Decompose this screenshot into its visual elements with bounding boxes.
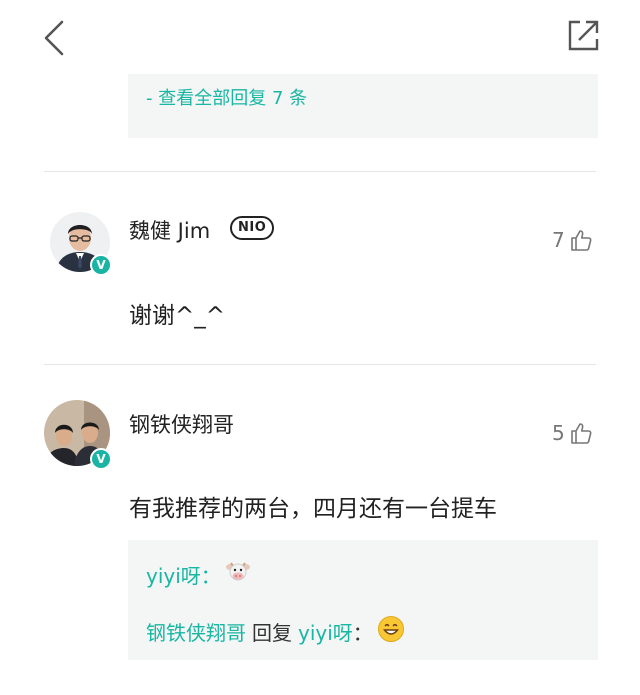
nio-badge: NIO — [230, 216, 275, 240]
sub-reply-author[interactable]: 钢铁侠翔哥 — [146, 617, 246, 646]
reply-action: 回复 — [252, 621, 292, 645]
top-bar — [0, 0, 640, 72]
verified-badge-icon: V — [90, 254, 112, 276]
verified-badge-icon: V — [90, 448, 112, 470]
separator: ： — [200, 564, 221, 588]
sub-reply-author[interactable]: yiyi呀 — [146, 560, 201, 589]
separator: ： — [352, 621, 373, 645]
chevron-left-icon[interactable] — [40, 18, 70, 58]
smile-emoji-icon — [377, 615, 405, 648]
comment-text: 有我推荐的两台，四月还有一台提车 — [129, 496, 497, 522]
sub-reply[interactable]: 钢铁侠翔哥 回复 yiyi呀 ： — [146, 615, 405, 648]
comment-text: 谢谢^_^ — [129, 303, 226, 329]
comment-username[interactable]: 魏健 Jim — [129, 215, 210, 245]
view-all-replies-link[interactable]: - 查看全部回复 7 条 — [146, 84, 307, 110]
cow-emoji-icon — [225, 560, 251, 589]
share-icon[interactable] — [566, 17, 602, 53]
thumbs-up-icon — [570, 423, 592, 444]
like-count: 7 — [552, 228, 565, 252]
like-button[interactable]: 7 — [552, 228, 593, 252]
comment-username[interactable]: 钢铁侠翔哥 — [129, 409, 234, 439]
like-count: 5 — [552, 421, 565, 445]
sub-reply[interactable]: yiyi呀 ： — [146, 560, 251, 589]
thumbs-up-icon — [570, 230, 592, 251]
like-button[interactable]: 5 — [552, 421, 593, 445]
reply-target[interactable]: yiyi呀 — [298, 617, 353, 646]
divider — [44, 171, 596, 172]
divider — [44, 364, 596, 365]
